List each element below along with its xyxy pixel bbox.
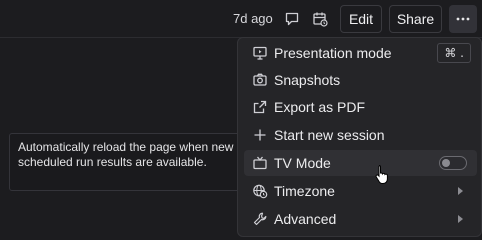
edit-button[interactable]: Edit: [340, 5, 382, 33]
menu-item-label: Presentation mode: [274, 45, 392, 61]
tv-mode-tooltip: Automatically reload the page when new s…: [9, 133, 247, 191]
globe-clock-icon: [251, 182, 269, 200]
more-options-button[interactable]: [449, 5, 477, 33]
menu-item-label: Export as PDF: [274, 99, 366, 115]
menu-item-start-new-session[interactable]: Start new session: [244, 122, 477, 148]
comment-icon[interactable]: [282, 9, 302, 29]
menu-item-label: Start new session: [274, 127, 385, 143]
last-updated-text: 7d ago: [233, 11, 273, 26]
export-icon: [251, 98, 269, 116]
camera-icon: [251, 71, 269, 89]
menu-item-timezone[interactable]: Timezone: [244, 178, 477, 204]
menu-item-export-pdf[interactable]: Export as PDF: [244, 94, 477, 120]
wrench-icon: [251, 210, 269, 228]
more-options-menu: Presentation mode ⌘ . Snapshots Export a…: [237, 37, 482, 237]
menu-item-label: Timezone: [274, 183, 335, 199]
tv-icon: [251, 154, 269, 172]
menu-item-advanced[interactable]: Advanced: [244, 206, 477, 232]
shortcut-badge: ⌘ .: [437, 43, 471, 63]
menu-item-presentation-mode[interactable]: Presentation mode ⌘ .: [244, 40, 477, 66]
schedule-icon[interactable]: [310, 9, 330, 29]
chevron-right-icon: [458, 187, 463, 195]
plus-icon: [251, 126, 269, 144]
tv-mode-toggle[interactable]: [439, 156, 467, 170]
menu-item-label: Snapshots: [274, 72, 341, 88]
toggle-knob: [442, 159, 450, 167]
presentation-icon: [251, 44, 269, 62]
top-toolbar: 7d ago Edit Share: [0, 0, 482, 38]
menu-item-label: TV Mode: [274, 155, 331, 171]
menu-item-tv-mode[interactable]: TV Mode: [244, 150, 477, 176]
menu-item-snapshots[interactable]: Snapshots: [244, 67, 477, 93]
ellipsis-icon: [456, 17, 470, 21]
menu-item-label: Advanced: [274, 211, 337, 227]
share-button[interactable]: Share: [389, 5, 442, 33]
chevron-right-icon: [458, 215, 463, 223]
mouse-pointer-icon: [375, 165, 388, 184]
